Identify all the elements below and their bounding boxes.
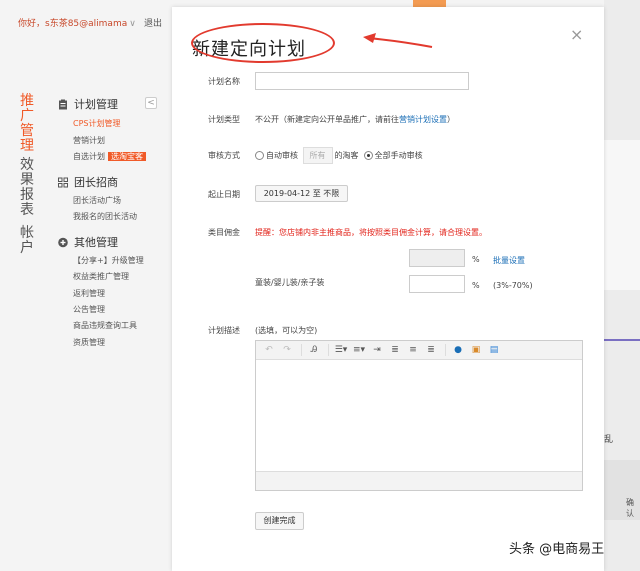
menu-item-group-square[interactable]: 团长活动广场: [73, 195, 121, 206]
menu-item-my-group-activity[interactable]: 我报名的团长活动: [73, 211, 137, 222]
logout-link[interactable]: 退出: [144, 16, 162, 29]
side-tab-char: 果: [20, 172, 34, 188]
annotation-ellipse: [191, 23, 335, 63]
menu-item-qualification[interactable]: 资质管理: [73, 337, 105, 348]
background-panel: [604, 140, 640, 290]
date-range-label: 起止日期: [208, 190, 240, 199]
table-icon[interactable]: ▤: [486, 343, 502, 357]
toolbar-separator: [328, 344, 329, 356]
menu-item-announcement[interactable]: 公告管理: [73, 304, 105, 315]
editor-toolbar: ↶ ↷ Ꭿ ☰▾ ≡▾ ⇥ ≣ ≡ ≣ ● ▣ ▤: [256, 341, 582, 360]
plan-name-label: 计划名称: [208, 77, 240, 86]
date-range-picker[interactable]: 2019-04-12 至 不限: [255, 185, 348, 202]
align-center-icon[interactable]: ≡: [405, 343, 421, 357]
toolbar-separator: [445, 344, 446, 356]
description-editor: ↶ ↷ Ꭿ ☰▾ ≡▾ ⇥ ≣ ≡ ≣ ● ▣ ▤: [255, 340, 583, 491]
manual-review-radio[interactable]: [363, 151, 373, 160]
menu-item-violation-tool[interactable]: 商品违规查询工具: [73, 320, 137, 331]
menu-item-marketing-plan[interactable]: 营销计划: [73, 135, 105, 146]
menu-section-other[interactable]: 其他管理: [58, 234, 118, 250]
format-icon[interactable]: Ꭿ: [306, 343, 322, 357]
plan-description-hint: (选填，可以为空): [255, 326, 318, 335]
menu-item-custom-plan-label: 自选计划: [73, 152, 105, 161]
clipboard-icon: [59, 99, 67, 109]
menu-item-custom-plan[interactable]: 自选计划 选淘宝客: [73, 151, 146, 162]
plan-name-input[interactable]: [255, 72, 469, 90]
auto-review-suffix: 的淘客: [334, 151, 359, 160]
review-method-options: 自动审核 所有 的淘客 全部手动审核: [255, 147, 423, 164]
batch-settings-link[interactable]: 批量设置: [493, 255, 525, 266]
plan-type-text-end: ）: [447, 115, 455, 124]
plan-description-label: 计划描述: [208, 326, 240, 335]
align-right-icon[interactable]: ≣: [423, 343, 439, 357]
side-tab-char: 户: [20, 240, 34, 256]
toolbar-separator: [301, 344, 302, 356]
side-tab-reports[interactable]: 效 果 报 表: [20, 158, 34, 218]
editor-content-area[interactable]: [256, 360, 582, 471]
side-tab-char: 管: [20, 123, 34, 139]
background-divider: [604, 339, 640, 341]
menu-section-group-label: 团长招商: [74, 176, 118, 189]
editor-statusbar: [256, 471, 582, 490]
undo-icon[interactable]: ↶: [261, 343, 277, 357]
category-name: 童装/婴儿装/亲子装: [255, 278, 325, 287]
plan-type-label: 计划类型: [208, 115, 240, 124]
close-icon[interactable]: ×: [570, 25, 583, 44]
manual-review-label: 全部手动审核: [374, 151, 423, 160]
percent-sign: %: [472, 255, 480, 264]
side-tab-char: 理: [20, 138, 34, 154]
percent-sign-2: %: [472, 281, 480, 290]
menu-item-share-upgrade[interactable]: 【分享+】升级管理: [73, 255, 144, 266]
commission-range: (3%-70%): [493, 281, 533, 290]
grid-icon: [58, 177, 68, 187]
user-greeting[interactable]: 你好，s东茶85@alimama ∨: [18, 16, 136, 29]
taoke-scope-select: 所有: [302, 147, 333, 164]
side-tab-char: 广: [20, 108, 34, 124]
auto-review-radio[interactable]: [255, 151, 264, 160]
auto-review-label: 自动审核: [266, 151, 298, 160]
new-plan-dialog: 新建定向计划 × 计划名称 计划类型 不公开（新建定向公开单品推广，请前往营销计…: [172, 7, 604, 571]
side-tab-char: 表: [20, 202, 34, 218]
watermark-text: 头条 @电商易王: [509, 542, 605, 557]
menu-item-cps-plan[interactable]: CPS计划管理: [73, 118, 121, 129]
plan-type-value: 不公开（新建定向公开单品推广，请前往营销计划设置）: [255, 114, 455, 125]
menu-item-rights-promo[interactable]: 权益类推广管理: [73, 271, 129, 282]
side-tab-char: 帐: [20, 225, 34, 241]
plan-type-text: 不公开（新建定向公开单品推广，请前往: [255, 115, 399, 124]
side-tab-char: 效: [20, 157, 34, 173]
select-taoke-badge[interactable]: 选淘宝客: [108, 152, 146, 161]
menu-section-other-label: 其他管理: [74, 236, 118, 249]
side-tab-account[interactable]: 帐 户: [20, 226, 34, 256]
numbered-list-icon[interactable]: ≡▾: [351, 343, 367, 357]
background-page-edge: 乱 确认: [604, 0, 640, 571]
menu-section-group[interactable]: 团长招商: [58, 174, 118, 190]
menu-section-plan[interactable]: 计划管理: [58, 96, 118, 112]
background-text: 乱: [604, 435, 614, 445]
annotation-arrow: [363, 33, 433, 48]
marketing-plan-settings-link[interactable]: 营销计划设置: [399, 115, 447, 124]
link-icon[interactable]: ●: [450, 343, 466, 357]
align-left-icon[interactable]: ≣: [387, 343, 403, 357]
image-icon[interactable]: ▣: [468, 343, 484, 357]
side-tab-char: 推: [20, 93, 34, 109]
menu-item-rebate[interactable]: 返利管理: [73, 288, 105, 299]
commission-warning: 提醒：您店铺内非主推商品，将按照类目佣金计算，请合理设置。: [255, 228, 487, 237]
redo-icon[interactable]: ↷: [279, 343, 295, 357]
create-plan-button[interactable]: 创建完成: [255, 512, 304, 530]
batch-commission-input[interactable]: [409, 249, 465, 267]
menu-section-plan-label: 计划管理: [74, 98, 118, 111]
background-confirm-text: 确认: [626, 498, 634, 518]
bullet-list-icon[interactable]: ☰▾: [333, 343, 349, 357]
collapse-sidebar-button[interactable]: <: [145, 97, 157, 109]
category-commission-input[interactable]: [409, 275, 465, 293]
indent-icon[interactable]: ⇥: [369, 343, 385, 357]
category-commission-label: 类目佣金: [208, 228, 240, 237]
chevron-down-icon[interactable]: ∨: [129, 19, 136, 29]
review-method-label: 审核方式: [208, 151, 240, 160]
side-tab-promote[interactable]: 推 广 管 理: [20, 94, 34, 154]
side-tab-char: 报: [20, 187, 34, 203]
plus-circle-icon: [58, 237, 68, 247]
greeting-text: 你好，s东茶85@alimama: [18, 19, 128, 29]
